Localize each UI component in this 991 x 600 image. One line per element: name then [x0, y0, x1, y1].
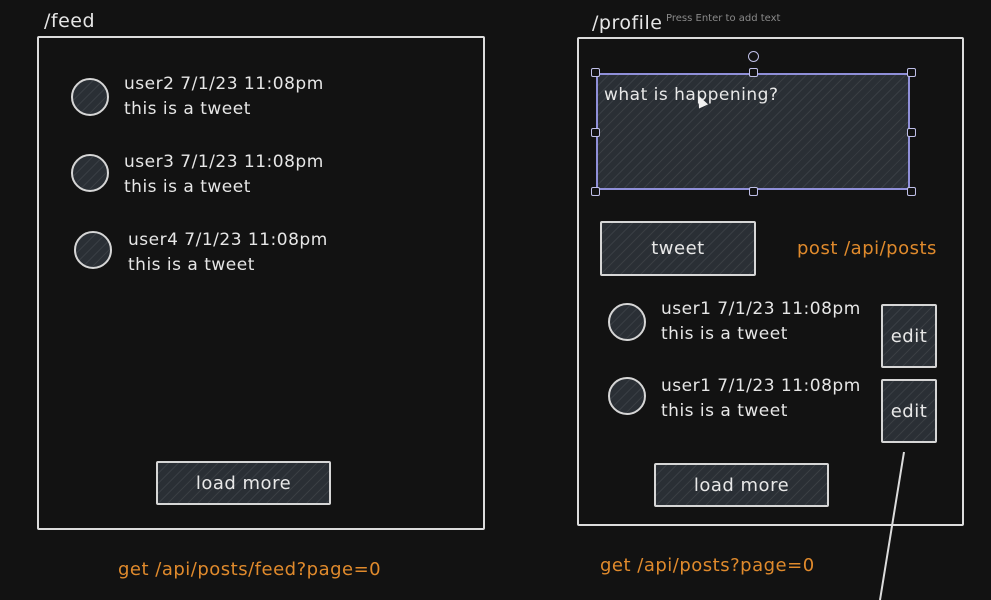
- connector-line: [879, 451, 905, 600]
